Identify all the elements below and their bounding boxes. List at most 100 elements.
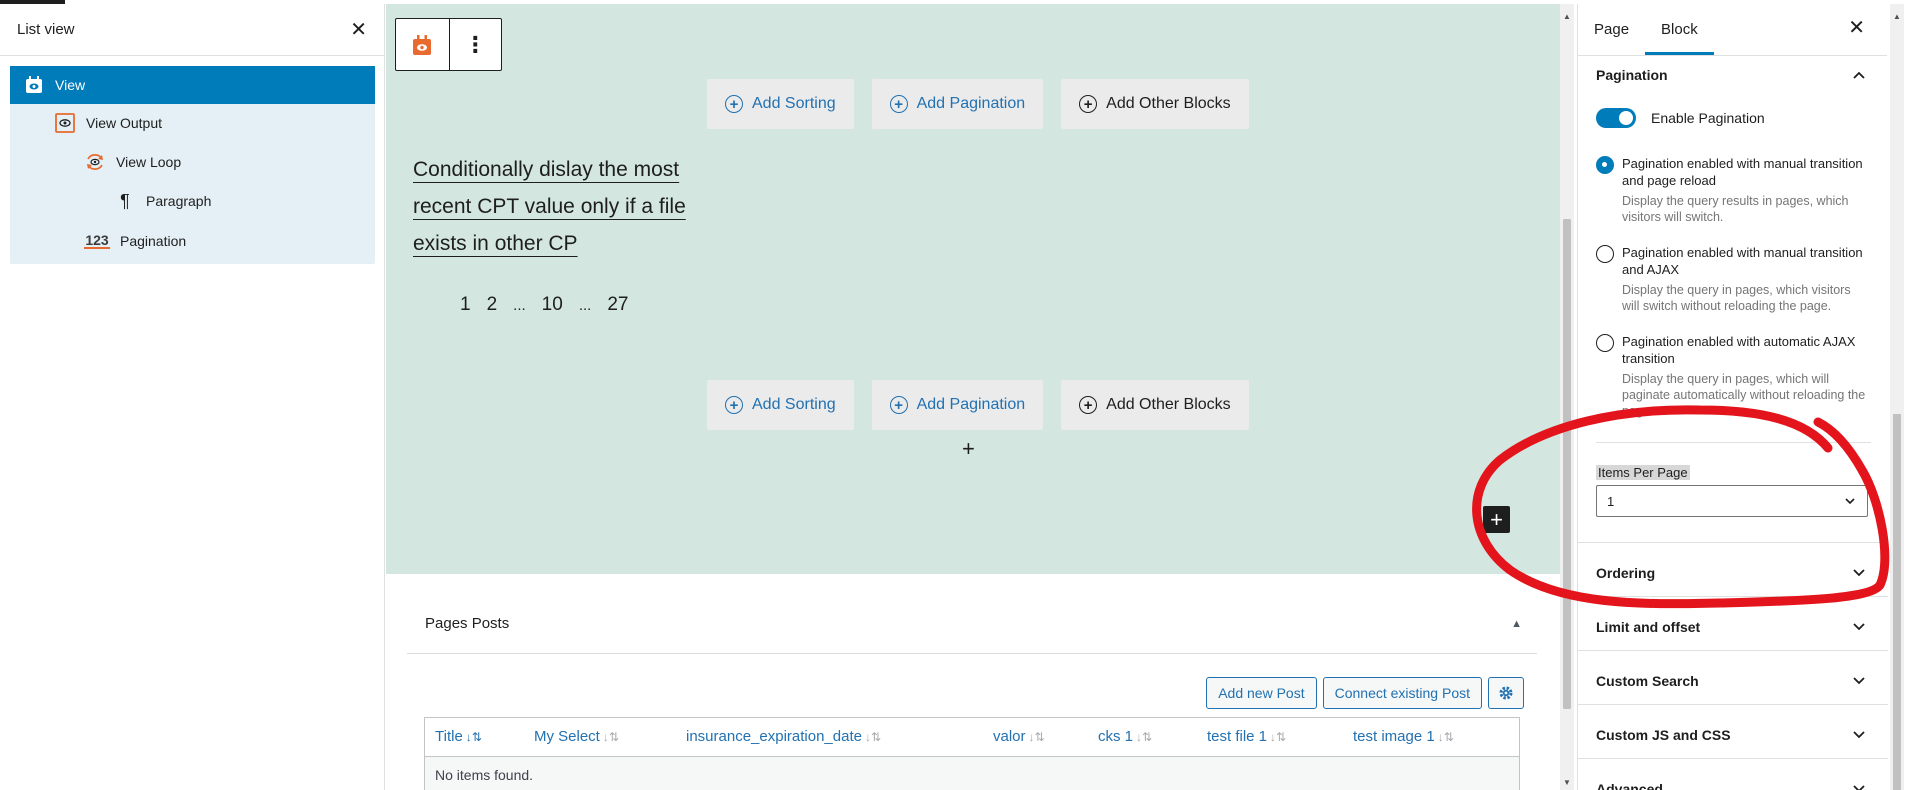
plus-circle-icon: + xyxy=(725,95,743,113)
chevron-down-icon xyxy=(1852,674,1866,688)
chevron-up-icon xyxy=(1852,68,1866,82)
inspector-scrollbar-thumb[interactable] xyxy=(1893,414,1901,790)
column-title-label: test file 1 xyxy=(1207,728,1268,745)
relationship-metabox: Pages Posts ▲ Add new Post Connect exist… xyxy=(407,594,1537,790)
view-output-icon xyxy=(54,112,76,134)
panel-title: Limit and offset xyxy=(1596,619,1701,635)
panel-title: Pagination xyxy=(1596,67,1668,83)
page-ellipsis: ... xyxy=(578,296,592,314)
page-number[interactable]: 1 xyxy=(452,294,479,316)
page-number[interactable]: 27 xyxy=(599,294,636,316)
divider xyxy=(1578,704,1888,705)
plus-circle-icon: + xyxy=(1079,396,1098,414)
column-title-label: valor xyxy=(993,728,1026,745)
column-header-cks-1[interactable]: cks 1 ↓⇅ xyxy=(1098,728,1152,745)
panel-custom-js-css-header[interactable]: Custom JS and CSS xyxy=(1596,727,1866,743)
list-view-title: List view xyxy=(17,21,75,38)
list-view-item-view-loop[interactable]: View Loop xyxy=(10,143,375,181)
list-view-item-view[interactable]: View xyxy=(10,66,375,104)
column-header-valor[interactable]: valor ↓⇅ xyxy=(993,728,1045,745)
appender-row-bottom: + Add Sorting + Add Pagination + Add Other … xyxy=(707,380,1249,430)
pagination-option-page-reload: Pagination enabled with manual transitio… xyxy=(1596,155,1871,225)
add-sorting-button[interactable]: + Add Sorting xyxy=(707,380,854,430)
column-header-test-image-1[interactable]: test image 1 ↓⇅ xyxy=(1353,728,1454,745)
block-options-button[interactable]: ⋮ xyxy=(448,19,502,70)
divider xyxy=(1578,542,1888,543)
enable-pagination-toggle[interactable] xyxy=(1596,108,1636,128)
collapse-arrow-icon[interactable]: ▲ xyxy=(1511,618,1522,630)
column-title-label: Title xyxy=(435,728,463,745)
block-appender-plus-button[interactable]: + xyxy=(1483,506,1510,533)
view-block[interactable]: ⋮ + Add Sorting + Add Pagination + Add Othe… xyxy=(386,4,1562,574)
panel-title: Custom JS and CSS xyxy=(1596,727,1731,743)
add-pagination-button[interactable]: + Add Pagination xyxy=(871,79,1044,129)
panel-advanced-header[interactable]: Advanced xyxy=(1596,781,1866,790)
panel-limit-offset-header[interactable]: Limit and offset xyxy=(1596,619,1866,635)
list-view-item-label: Paragraph xyxy=(146,193,212,209)
panel-ordering-header[interactable]: Ordering xyxy=(1596,565,1866,581)
inspector-close-icon[interactable]: ✕ xyxy=(1848,18,1865,38)
column-header-insurance-expiration-date[interactable]: insurance_expiration_date ↓⇅ xyxy=(686,728,881,745)
tab-block[interactable]: Block xyxy=(1645,4,1714,55)
pagination-option-ajax: Pagination enabled with manual transitio… xyxy=(1596,244,1871,314)
sort-icon: ↓⇅ xyxy=(864,730,882,744)
panel-pagination-header[interactable]: Pagination xyxy=(1596,67,1866,83)
add-new-post-button[interactable]: Add new Post xyxy=(1206,677,1317,709)
paragraph-icon: ¶ xyxy=(120,190,130,211)
plus-circle-icon: + xyxy=(1079,95,1098,113)
list-view-item-pagination[interactable]: 123 Pagination xyxy=(10,222,375,260)
metabox-header[interactable]: Pages Posts ▲ xyxy=(407,594,1537,654)
scroll-up-arrow-icon[interactable]: ▲ xyxy=(1563,12,1571,21)
list-view-item-view-output[interactable]: View Output xyxy=(10,104,375,142)
add-pagination-button[interactable]: + Add Pagination xyxy=(871,380,1044,430)
add-other-blocks-label: Add Other Blocks xyxy=(1106,396,1231,413)
radio-ajax[interactable] xyxy=(1596,245,1614,263)
list-view-close-icon[interactable]: ✕ xyxy=(350,20,367,40)
block-type-button[interactable] xyxy=(396,19,449,70)
page-number[interactable]: 2 xyxy=(479,294,506,316)
add-other-blocks-button[interactable]: + Add Other Blocks xyxy=(1061,380,1249,430)
list-view-item-label: View xyxy=(55,77,86,93)
radio-help-text: Display the query in pages, which visito… xyxy=(1622,283,1851,313)
list-view-header: List view ✕ xyxy=(0,4,384,56)
panel-title: Advanced xyxy=(1596,781,1663,790)
sort-icon: ↓⇅ xyxy=(465,730,482,744)
chevron-down-icon xyxy=(1843,494,1857,508)
sort-icon: ↓⇅ xyxy=(1028,730,1045,744)
list-view-panel: List view ✕ View View Output View Loop ¶… xyxy=(0,4,385,790)
radio-auto-ajax[interactable] xyxy=(1596,334,1614,352)
plus-circle-icon: + xyxy=(889,95,908,113)
scroll-up-arrow-icon[interactable]: ▲ xyxy=(1893,12,1901,21)
canvas-scrollbar-thumb[interactable] xyxy=(1563,219,1571,709)
post-title-link[interactable]: Conditionally dislay the most recent CPT… xyxy=(413,151,713,262)
table-empty-row: No items found. xyxy=(425,757,1519,790)
scroll-down-arrow-icon[interactable]: ▼ xyxy=(1563,778,1571,787)
divider xyxy=(1578,758,1888,759)
radio-label: Pagination enabled with manual transitio… xyxy=(1622,156,1863,188)
panel-title: Custom Search xyxy=(1596,673,1699,689)
add-sorting-button[interactable]: + Add Sorting xyxy=(707,79,854,129)
divider xyxy=(1578,650,1888,651)
column-header-title[interactable]: Title ↓⇅ xyxy=(435,728,482,745)
items-per-page-select[interactable]: 1 xyxy=(1596,485,1868,517)
add-other-blocks-button[interactable]: + Add Other Blocks xyxy=(1061,79,1249,129)
column-title-label: test image 1 xyxy=(1353,728,1435,745)
radio-page-reload[interactable] xyxy=(1596,156,1614,174)
column-title-label: insurance_expiration_date xyxy=(686,728,862,745)
connect-existing-post-button[interactable]: Connect existing Post xyxy=(1322,677,1482,709)
view-icon xyxy=(23,74,45,96)
list-view-item-paragraph[interactable]: ¶ Paragraph xyxy=(10,182,375,220)
inspector-scrollbar[interactable]: ▲ xyxy=(1890,4,1904,790)
sort-icon: ↓⇅ xyxy=(1270,730,1287,744)
column-header-my-select[interactable]: My Select ↓⇅ xyxy=(534,728,619,745)
radio-help-text: Display the query in pages, which will p… xyxy=(1622,372,1866,418)
page-number[interactable]: 10 xyxy=(534,294,571,316)
editor-canvas: ⋮ + Add Sorting + Add Pagination + Add Othe… xyxy=(386,4,1562,790)
block-inserter-plus-icon[interactable]: + xyxy=(962,436,975,462)
canvas-scrollbar[interactable]: ▲ ▼ xyxy=(1560,4,1574,790)
radio-label: Pagination enabled with automatic AJAX t… xyxy=(1622,334,1856,366)
tab-page[interactable]: Page xyxy=(1578,4,1645,55)
column-header-test-file-1[interactable]: test file 1 ↓⇅ xyxy=(1207,728,1286,745)
settings-gear-button[interactable] xyxy=(1488,677,1524,709)
panel-custom-search-header[interactable]: Custom Search xyxy=(1596,673,1866,689)
